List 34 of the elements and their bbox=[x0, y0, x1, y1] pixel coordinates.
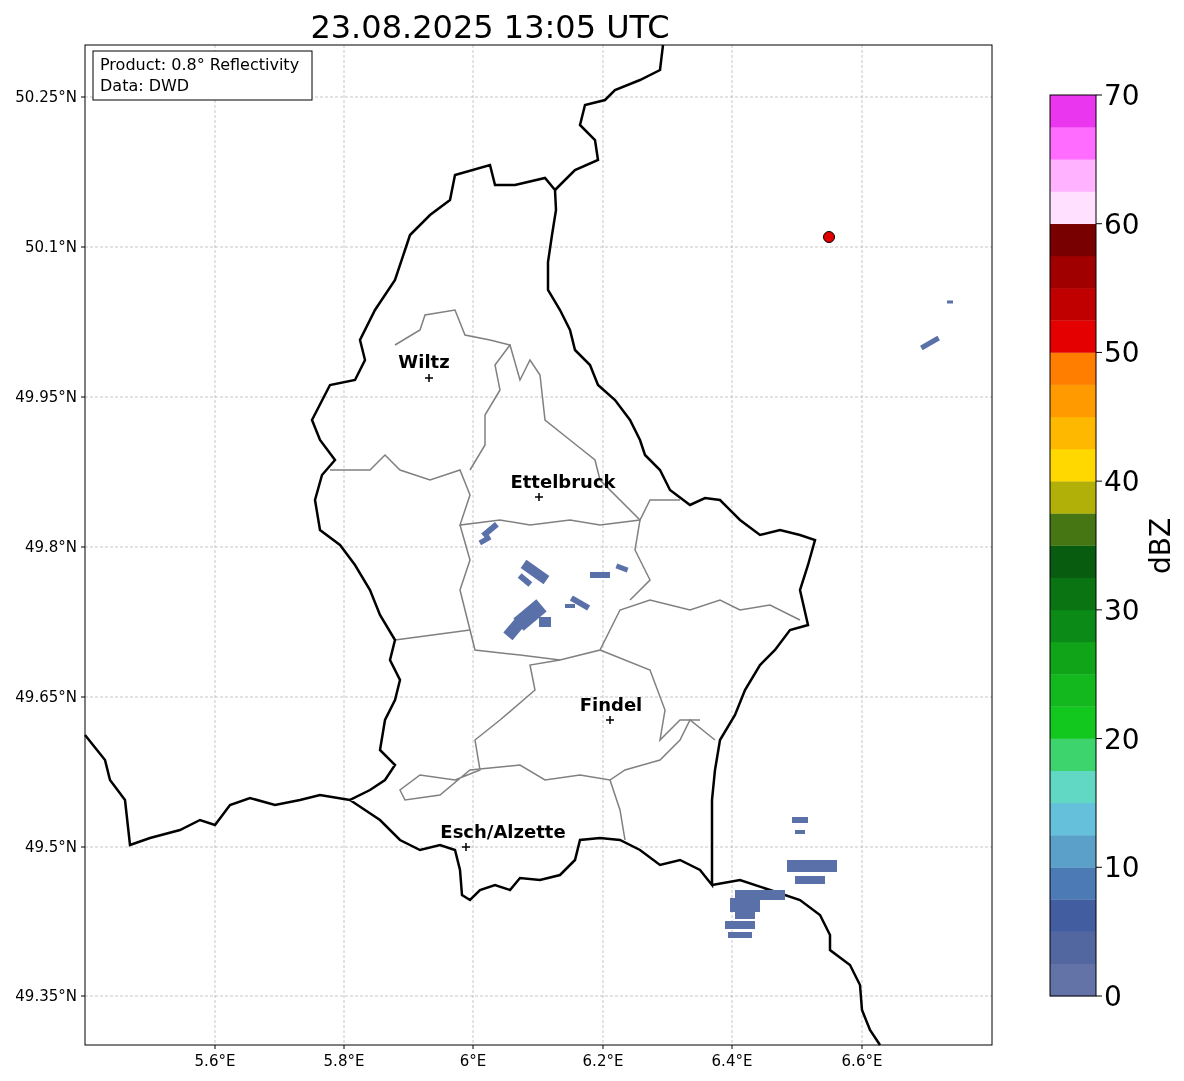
colorbar-tick-label: 50 bbox=[1104, 336, 1140, 370]
colorbar-tick-label: 30 bbox=[1104, 593, 1140, 627]
colorbar-tick-label: 0 bbox=[1104, 980, 1122, 1013]
city-marker-icon bbox=[424, 373, 434, 383]
colorbar-tick-label: 10 bbox=[1104, 851, 1140, 885]
latitude-tick-label: 49.35°N bbox=[15, 987, 77, 1005]
longitude-tick-label: 6.4°E bbox=[711, 1052, 753, 1070]
colorbar-tick-label: 40 bbox=[1104, 465, 1140, 499]
colorbar-tick-label: 70 bbox=[1104, 79, 1140, 112]
info-text: Data: DWD bbox=[100, 76, 190, 95]
latitude-tick-label: 50.1°N bbox=[24, 238, 77, 256]
city-label: Findel bbox=[579, 694, 643, 715]
longitude-tick-label: 5.6°E bbox=[194, 1052, 236, 1070]
colorbar-label: dBZ bbox=[1144, 517, 1177, 575]
longitude-tick-label: 6.2°E bbox=[582, 1052, 624, 1070]
city-marker-icon bbox=[605, 715, 615, 725]
longitude-tick-label: 5.8°E bbox=[323, 1052, 365, 1070]
latitude-tick-label: 49.65°N bbox=[15, 688, 77, 706]
latitude-tick-label: 49.8°N bbox=[24, 538, 77, 556]
latitude-tick-label: 49.5°N bbox=[24, 838, 77, 856]
longitude-tick-label: 6.6°E bbox=[841, 1052, 883, 1070]
location-marker-icon bbox=[823, 231, 835, 243]
city-marker-icon bbox=[534, 492, 544, 502]
chart-title: 23.08.2025 13:05 UTC bbox=[310, 8, 670, 46]
colorbar-tick-label: 20 bbox=[1104, 722, 1140, 756]
city-marker-icon bbox=[461, 842, 471, 852]
colorbar-tick-label: 60 bbox=[1104, 207, 1140, 241]
longitude-tick-label: 6°E bbox=[459, 1052, 487, 1070]
city-label: Ettelbruck bbox=[510, 471, 616, 492]
city-label: Wiltz bbox=[398, 351, 450, 372]
city-label: Esch/Alzette bbox=[440, 821, 566, 842]
latitude-tick-label: 49.95°N bbox=[15, 388, 77, 406]
latitude-tick-label: 50.25°N bbox=[15, 88, 77, 106]
info-text: Product: 0.8° Reflectivity bbox=[100, 55, 300, 74]
